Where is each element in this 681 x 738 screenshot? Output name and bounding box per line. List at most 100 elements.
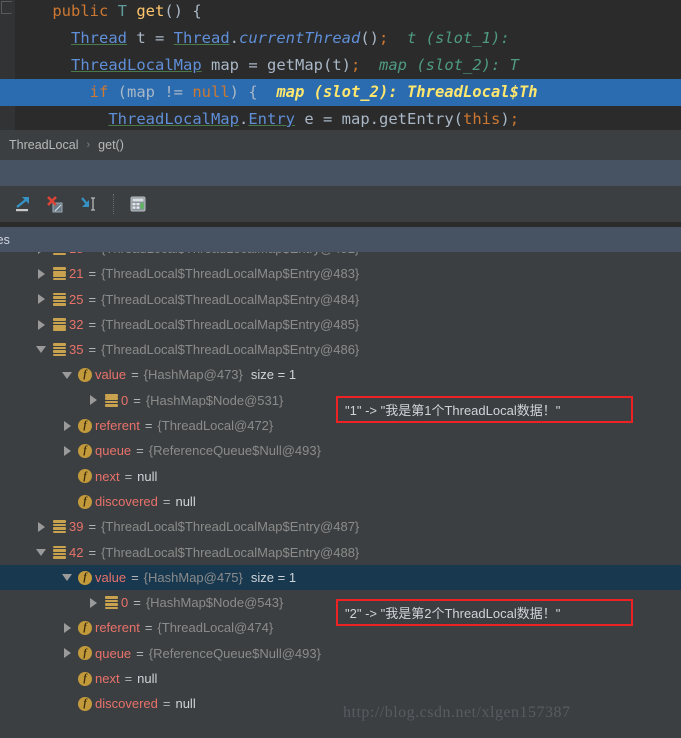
tree-row[interactable]: 18 = {ThreadLocal$ThreadLocalMap$Entry@482…	[0, 252, 681, 261]
line-get-signature[interactable]: public T get() {	[0, 0, 681, 25]
code-token: ThreadLocalMap	[108, 110, 239, 128]
code-token: getMap	[267, 56, 323, 74]
code-token: =	[248, 56, 267, 74]
tree-row[interactable]: f queue = {ReferenceQueue$Null@493}	[0, 438, 681, 463]
chevron-right-icon[interactable]	[33, 312, 49, 337]
code-token: ;	[351, 56, 361, 74]
tree-row[interactable]: 21 = {ThreadLocal$ThreadLocalMap$Entry@483…	[0, 261, 681, 286]
code-token: !=	[164, 83, 193, 101]
chevron-right-icon[interactable]	[59, 641, 75, 666]
debugger-toolbar[interactable]	[0, 186, 681, 222]
tree-row[interactable]: f discovered = null	[0, 691, 681, 716]
code-token: =	[155, 29, 174, 47]
line-entry-getentry[interactable]: ThreadLocalMap.Entry e = map.getEntry(th…	[0, 106, 681, 130]
tree-row-value: {ThreadLocal@472}	[157, 418, 274, 434]
chevron-down-icon[interactable]	[59, 363, 75, 388]
tree-row-equals: =	[133, 392, 141, 408]
chevron-right-icon[interactable]	[85, 388, 101, 413]
code-editor[interactable]: public T get() { Thread t = Thread.curre…	[0, 0, 681, 130]
chevron-right-icon[interactable]	[59, 616, 75, 641]
breadcrumb-method[interactable]: get()	[98, 138, 124, 152]
array-element-icon	[101, 590, 121, 615]
tree-row[interactable]: 39 = {ThreadLocal$ThreadLocalMap$Entry@487…	[0, 514, 681, 539]
tree-row[interactable]: 42 = {ThreadLocal$ThreadLocalMap$Entry@488…	[0, 540, 681, 565]
field-icon: f	[75, 439, 95, 464]
tree-row-name: 25	[69, 291, 84, 307]
field-icon: f	[75, 641, 95, 666]
code-token: null	[192, 83, 230, 101]
tree-row-name: next	[95, 671, 120, 687]
tree-row[interactable]: 25 = {ThreadLocal$ThreadLocalMap$Entry@484…	[0, 287, 681, 312]
tree-no-arrow	[59, 691, 75, 716]
inline-parameter-hint: map (slot_2): ThreadLocal$Th	[257, 83, 538, 101]
tree-row-equals: =	[131, 569, 139, 585]
tree-row-name: 39	[69, 519, 84, 535]
chevron-right-icon[interactable]	[33, 261, 49, 286]
tree-row-equals: =	[88, 291, 97, 307]
tree-row-equals: =	[162, 696, 171, 712]
chevron-down-icon[interactable]	[33, 540, 49, 565]
code-token: ) {	[229, 83, 258, 101]
tree-row[interactable]: f next = null	[0, 464, 681, 489]
code-token: .	[369, 110, 380, 128]
code-token: map	[201, 56, 249, 74]
tree-row[interactable]: f queue = {ReferenceQueue$Null@493}	[0, 641, 681, 666]
tree-row-value: {ThreadLocal$ThreadLocalMap$Entry@482}	[101, 252, 359, 261]
tree-row-size: size = 1	[250, 569, 297, 585]
tree-row-name: 35	[69, 342, 84, 358]
tree-row[interactable]: f discovered = null	[0, 489, 681, 514]
tree-row-name: 42	[69, 544, 84, 560]
chevron-right-icon[interactable]	[33, 252, 49, 261]
step-out-icon[interactable]	[8, 189, 38, 219]
code-token: Entry	[248, 110, 295, 128]
tree-row[interactable]: 35 = {ThreadLocal$ThreadLocalMap$Entry@486…	[0, 337, 681, 362]
breadcrumb-class[interactable]: ThreadLocal	[9, 138, 79, 152]
array-element-icon	[49, 514, 69, 539]
tree-row[interactable]: f value = {HashMap@473} size = 1	[0, 362, 681, 387]
code-token: )	[500, 110, 510, 128]
chevron-down-icon[interactable]	[59, 565, 75, 590]
tree-row[interactable]: f value = {HashMap@475} size = 1	[0, 564, 681, 591]
variables-tree[interactable]: 18 = {ThreadLocal$ThreadLocalMap$Entry@482…	[0, 252, 681, 738]
breadcrumb[interactable]: ThreadLocal › get()	[0, 130, 681, 160]
field-icon: f	[75, 413, 95, 438]
tree-row-value: {ReferenceQueue$Null@493}	[148, 645, 321, 661]
tree-row-value: {HashMap$Node@543}	[145, 595, 284, 611]
variables-tab-strip[interactable]: ables	[0, 227, 681, 252]
inline-parameter-hint: map (slot_2): T	[360, 56, 519, 74]
line-thread-t[interactable]: Thread t = Thread.currentThread(); t (sl…	[0, 25, 681, 52]
chevron-right-icon[interactable]	[59, 439, 75, 464]
chevron-right-icon[interactable]	[85, 590, 101, 615]
tree-row-equals: =	[162, 493, 171, 509]
code-token: .	[238, 110, 249, 128]
line-threadlocalmap-map[interactable]: ThreadLocalMap map = getMap(t); map (slo…	[0, 52, 681, 79]
chevron-right-icon[interactable]	[59, 413, 75, 438]
tree-row-equals: =	[136, 443, 144, 459]
tree-row-value: {ThreadLocal$ThreadLocalMap$Entry@488}	[101, 544, 360, 560]
annotation-box-2: "2" -> "我是第2个ThreadLocal数据！"	[336, 599, 633, 626]
force-step-into-icon[interactable]	[40, 189, 70, 219]
code-token: getEntry	[379, 110, 454, 128]
chevron-down-icon[interactable]	[33, 337, 49, 362]
tree-row-name: discovered	[95, 696, 158, 712]
tree-row[interactable]: f next = null	[0, 666, 681, 691]
tree-row[interactable]: 32 = {ThreadLocal$ThreadLocalMap$Entry@485…	[0, 312, 681, 337]
code-token: ;	[509, 110, 520, 128]
chevron-right-icon[interactable]	[33, 287, 49, 312]
tree-row-name: queue	[95, 645, 132, 661]
code-token: () {	[164, 2, 202, 20]
tab-variables[interactable]: ables	[0, 233, 10, 247]
tree-row-value: null	[137, 468, 158, 484]
tree-row-equals: =	[124, 671, 133, 687]
line-if-map-null[interactable]: if (map != null) { map (slot_2): ThreadL…	[0, 79, 681, 106]
evaluate-expression-icon[interactable]	[123, 189, 153, 219]
tree-row-name: value	[95, 569, 127, 585]
annotation-box-1: "1" -> "我是第1个ThreadLocal数据！"	[336, 396, 633, 423]
chevron-right-icon[interactable]	[33, 514, 49, 539]
run-to-cursor-icon[interactable]	[72, 189, 102, 219]
code-token: t	[127, 29, 155, 47]
code-token: map	[341, 110, 370, 128]
